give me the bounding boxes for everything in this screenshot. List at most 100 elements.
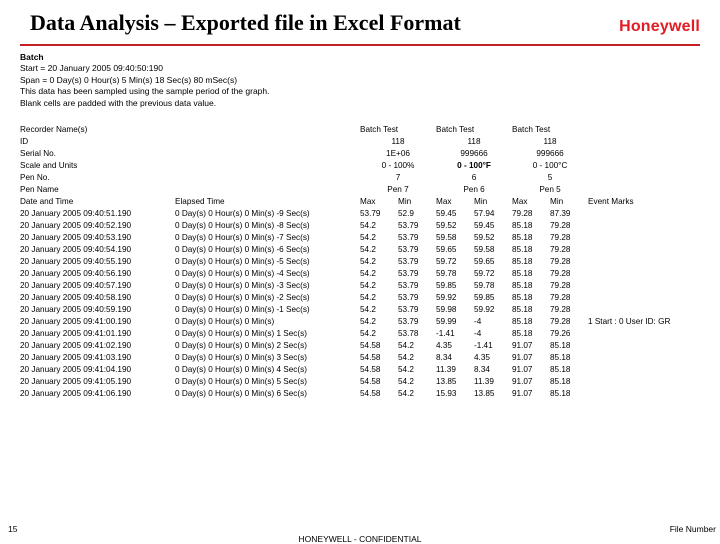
cell-ev: [588, 279, 702, 291]
cell-p7min: 53.79: [398, 267, 436, 279]
batch-info: Batch Start = 20 January 2005 09:40:50:1…: [20, 52, 702, 109]
cell-p7max: 54.2: [360, 231, 398, 243]
cell-p5min: 87.39: [550, 207, 588, 219]
cell-p5min: 79.26: [550, 327, 588, 339]
col3-scale: 0 - 100°C: [512, 159, 588, 171]
col3-serial: 999666: [512, 147, 588, 159]
cell-p6max: 59.78: [436, 267, 474, 279]
cell-p6min: -1.41: [474, 339, 512, 351]
cell-ev: [588, 327, 702, 339]
cell-p6min: 11.39: [474, 375, 512, 387]
cell-p6min: 59.65: [474, 255, 512, 267]
cell-p5max: 91.07: [512, 363, 550, 375]
cell-p7max: 54.58: [360, 363, 398, 375]
divider: [20, 44, 700, 46]
cell-dt: 20 January 2005 09:40:56.190: [20, 267, 175, 279]
table-row: 20 January 2005 09:41:05.1900 Day(s) 0 H…: [20, 375, 702, 387]
cell-p5min: 85.18: [550, 351, 588, 363]
cell-p7max: 54.2: [360, 315, 398, 327]
cell-p5max: 91.07: [512, 387, 550, 399]
cell-p5max: 85.18: [512, 291, 550, 303]
lbl-scale: Scale and Units: [20, 159, 175, 171]
cell-p5min: 85.18: [550, 387, 588, 399]
brand-logo: Honeywell: [619, 18, 700, 36]
cell-p6min: 59.72: [474, 267, 512, 279]
cell-p6min: -4: [474, 315, 512, 327]
cell-p7max: 54.2: [360, 279, 398, 291]
cell-dt: 20 January 2005 09:41:02.190: [20, 339, 175, 351]
cell-dt: 20 January 2005 09:41:05.190: [20, 375, 175, 387]
cell-p7max: 54.58: [360, 387, 398, 399]
cell-p6max: 59.52: [436, 219, 474, 231]
cell-el: 0 Day(s) 0 Hour(s) 0 Min(s) -9 Sec(s): [175, 207, 360, 219]
cell-ev: [588, 207, 702, 219]
table-row: 20 January 2005 09:41:03.1900 Day(s) 0 H…: [20, 351, 702, 363]
cell-p5min: 79.28: [550, 243, 588, 255]
cell-p5min: 85.18: [550, 375, 588, 387]
cell-ev: [588, 351, 702, 363]
cell-p7max: 54.2: [360, 219, 398, 231]
cell-p6max: 59.92: [436, 291, 474, 303]
table-row: 20 January 2005 09:41:02.1900 Day(s) 0 H…: [20, 339, 702, 351]
batch-span: Span = 0 Day(s) 0 Hour(s) 5 Min(s) 18 Se…: [20, 75, 702, 86]
cell-ev: [588, 363, 702, 375]
cell-el: 0 Day(s) 0 Hour(s) 0 Min(s) -1 Sec(s): [175, 303, 360, 315]
cell-p6max: 59.65: [436, 243, 474, 255]
cell-p6min: 59.78: [474, 279, 512, 291]
cell-p7min: 53.79: [398, 303, 436, 315]
confidential-label: HONEYWELL - CONFIDENTIAL: [0, 534, 720, 544]
cell-p6max: 59.58: [436, 231, 474, 243]
cell-el: 0 Day(s) 0 Hour(s) 0 Min(s) 5 Sec(s): [175, 375, 360, 387]
cell-p7max: 54.2: [360, 327, 398, 339]
col1-penno: 7: [360, 171, 436, 183]
data-table: 20 January 2005 09:40:51.1900 Day(s) 0 H…: [20, 207, 702, 399]
cell-p5max: 91.07: [512, 351, 550, 363]
cell-p5min: 79.28: [550, 279, 588, 291]
cell-ev: 1 Start : 0 User ID: GR: [588, 315, 702, 327]
cell-dt: 20 January 2005 09:41:06.190: [20, 387, 175, 399]
table-row: 20 January 2005 09:40:54.1900 Day(s) 0 H…: [20, 243, 702, 255]
table-row: 20 January 2005 09:40:55.1900 Day(s) 0 H…: [20, 255, 702, 267]
col3-batchtest: Batch Test: [512, 123, 588, 135]
cell-p6min: 59.85: [474, 291, 512, 303]
cell-p7min: 54.2: [398, 351, 436, 363]
cell-el: 0 Day(s) 0 Hour(s) 0 Min(s) -8 Sec(s): [175, 219, 360, 231]
h-min2: Min: [474, 195, 512, 207]
cell-p5max: 91.07: [512, 339, 550, 351]
cell-dt: 20 January 2005 09:41:04.190: [20, 363, 175, 375]
cell-el: 0 Day(s) 0 Hour(s) 0 Min(s) -3 Sec(s): [175, 279, 360, 291]
cell-p5min: 79.28: [550, 219, 588, 231]
batch-note2: Blank cells are padded with the previous…: [20, 98, 702, 109]
cell-el: 0 Day(s) 0 Hour(s) 0 Min(s) -7 Sec(s): [175, 231, 360, 243]
file-number-label: File Number: [670, 524, 716, 534]
table-row: 20 January 2005 09:41:06.1900 Day(s) 0 H…: [20, 387, 702, 399]
cell-p7max: 54.2: [360, 291, 398, 303]
cell-p6max: 4.35: [436, 339, 474, 351]
col1-id: 118: [360, 135, 436, 147]
cell-p5max: 85.18: [512, 303, 550, 315]
h-max2: Max: [436, 195, 474, 207]
cell-el: 0 Day(s) 0 Hour(s) 0 Min(s) -2 Sec(s): [175, 291, 360, 303]
cell-p7min: 53.79: [398, 315, 436, 327]
cell-p6min: 59.52: [474, 231, 512, 243]
col1-batchtest: Batch Test: [360, 123, 436, 135]
cell-p6max: 59.45: [436, 207, 474, 219]
slide-number: 15: [8, 524, 17, 534]
col3-penname: Pen 5: [512, 183, 588, 195]
cell-p6min: -4: [474, 327, 512, 339]
cell-p6min: 59.45: [474, 219, 512, 231]
h-events: Event Marks: [588, 195, 702, 207]
batch-label: Batch: [20, 52, 702, 63]
lbl-recorder-name: Recorder Name(s): [20, 123, 175, 135]
col1-scale: 0 - 100%: [360, 159, 436, 171]
col3-penno: 5: [512, 171, 588, 183]
cell-p5min: 85.18: [550, 339, 588, 351]
cell-ev: [588, 339, 702, 351]
cell-p6min: 13.85: [474, 387, 512, 399]
cell-p6min: 4.35: [474, 351, 512, 363]
cell-ev: [588, 291, 702, 303]
meta-table: Recorder Name(s) Batch Test Batch Test B…: [20, 123, 702, 207]
cell-p6max: 59.85: [436, 279, 474, 291]
cell-el: 0 Day(s) 0 Hour(s) 0 Min(s) 3 Sec(s): [175, 351, 360, 363]
cell-el: 0 Day(s) 0 Hour(s) 0 Min(s) -5 Sec(s): [175, 255, 360, 267]
